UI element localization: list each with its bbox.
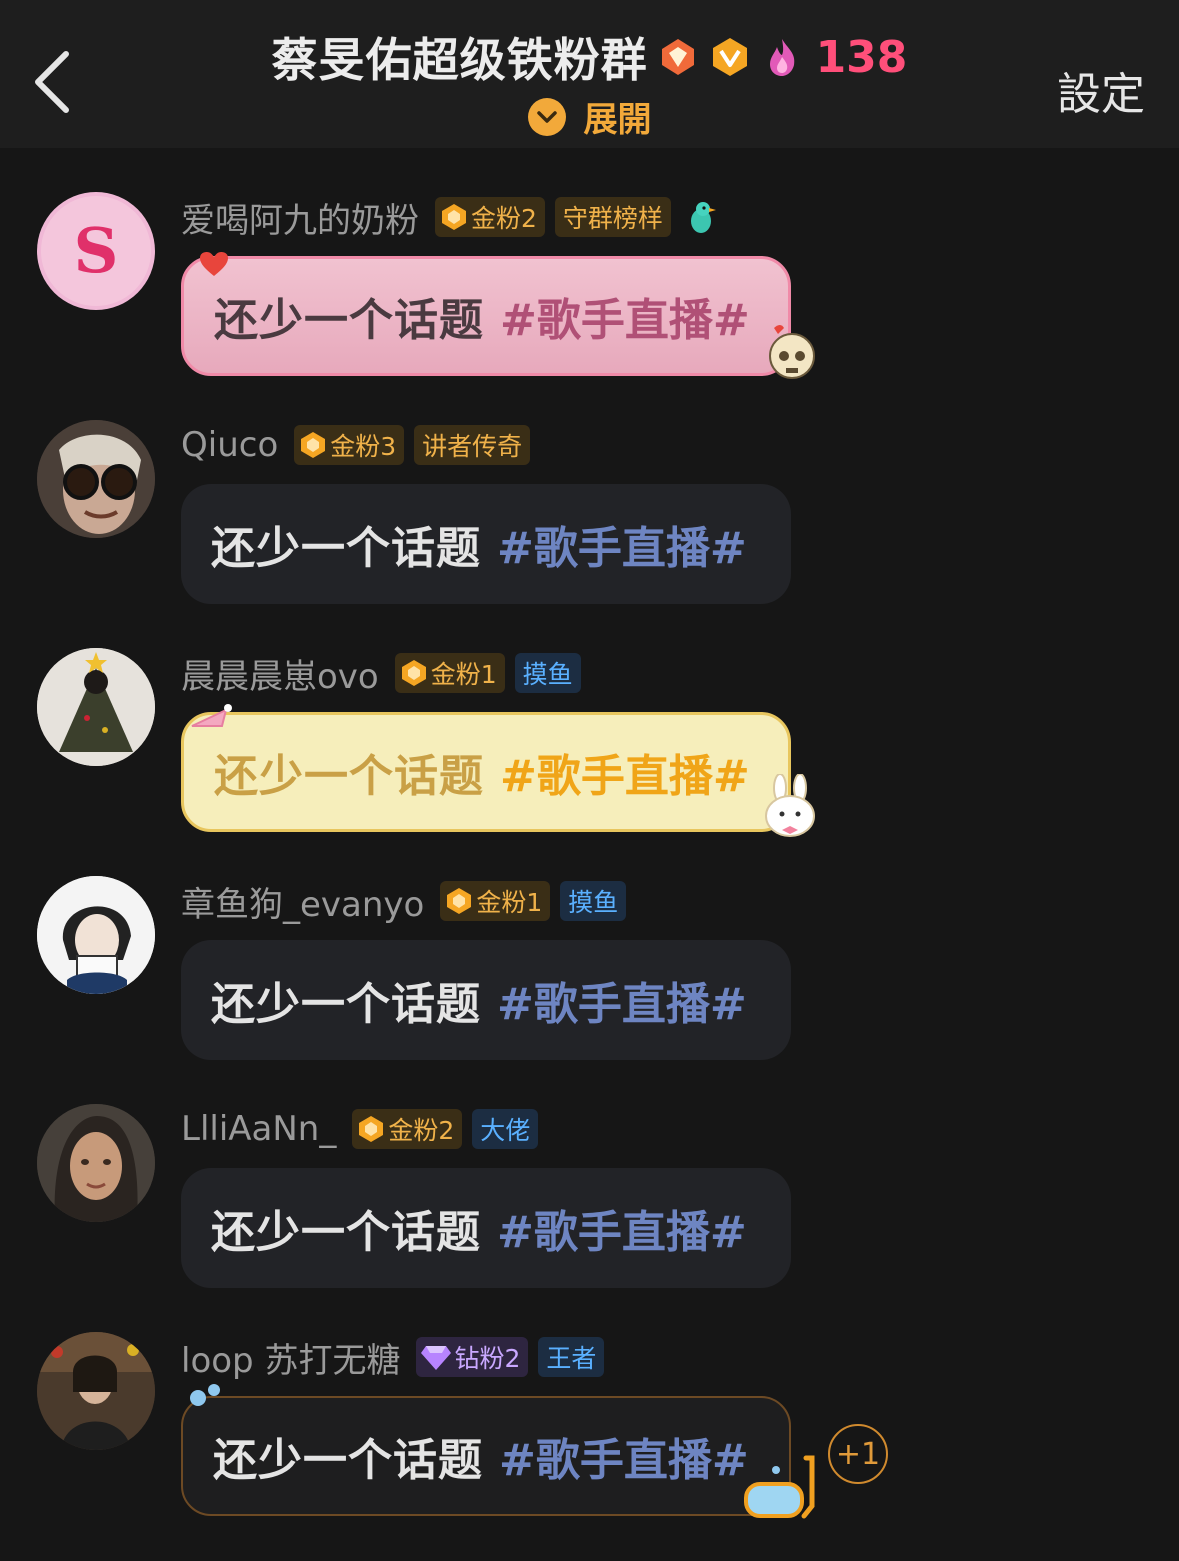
username[interactable]: LlliAaNn_ [181, 1109, 336, 1149]
chevron-down-icon [527, 97, 566, 136]
svg-text:S: S [74, 214, 119, 287]
message-bubble[interactable]: 还少一个话题 #歌手直播# [181, 1396, 791, 1516]
group-title: 蔡旻佑超级铁粉群 [271, 33, 648, 87]
title-badge: 大佬 [472, 1109, 539, 1149]
snorkel-mask-icon [744, 1455, 815, 1519]
diamond-level-icon [661, 39, 694, 75]
fan-level-badge: 金粉2 [352, 1109, 463, 1149]
bird-icon [690, 202, 716, 233]
title-badge: 王者 [538, 1337, 605, 1377]
topic-link[interactable]: #歌手直播# [497, 1196, 747, 1260]
title-badge: 讲者传奇 [414, 425, 531, 465]
flame-icon [769, 39, 794, 76]
fan-level-badge: 金粉3 [294, 425, 405, 465]
bunny-sticker-icon [765, 774, 815, 837]
username[interactable]: 晨晨晨崽ovo [181, 649, 379, 698]
username[interactable]: loop 苏打无糖 [181, 1333, 400, 1382]
fan-level-badge: 金粉1 [394, 653, 505, 693]
expand-label: 展開 [583, 100, 652, 140]
gold-fan-icon [301, 432, 326, 458]
fan-level-badge: 金粉2 [435, 197, 545, 237]
topic-link[interactable]: #歌手直播# [499, 1424, 749, 1488]
title-badge: 守群榜样 [554, 197, 671, 237]
title-badge: 摸鱼 [560, 881, 627, 921]
username[interactable]: 爱喝阿九的奶粉 [181, 193, 419, 242]
gold-fan-icon [401, 660, 426, 686]
avatar[interactable] [37, 876, 155, 994]
party-hat-icon [191, 704, 232, 727]
title-badge: 摸鱼 [514, 653, 581, 693]
online-count: 138 [815, 31, 908, 83]
settings-button[interactable]: 設定 [1057, 58, 1145, 122]
topic-link[interactable]: #歌手直播# [500, 740, 750, 804]
gold-fan-icon [447, 888, 472, 914]
message-bubble[interactable]: 还少一个话题 #歌手直播# [181, 256, 791, 376]
expand-button[interactable]: 展開 [527, 92, 652, 141]
message-bubble[interactable]: 还少一个话题 #歌手直播# [181, 940, 791, 1060]
topic-link[interactable]: #歌手直播# [497, 512, 747, 576]
message-bubble[interactable]: 还少一个话题 #歌手直播# [181, 484, 791, 604]
username[interactable]: 章鱼狗_evanyo [181, 877, 424, 926]
username[interactable]: Qiuco [181, 425, 278, 465]
message-bubble[interactable]: 还少一个话题 #歌手直播# [181, 712, 791, 832]
chat-header: 蔡旻佑超级铁粉群 138 展開 設定 [0, 0, 1179, 148]
message-bubble[interactable]: 还少一个话题 #歌手直播# [181, 1168, 791, 1288]
gold-fan-icon [359, 1116, 384, 1142]
fan-level-badge: 金粉1 [440, 881, 551, 921]
avatar[interactable]: S [37, 192, 155, 310]
purple-diamond-icon [421, 1346, 452, 1370]
topic-link[interactable]: #歌手直播# [500, 284, 750, 348]
avatar[interactable] [37, 1332, 155, 1450]
skull-sticker-icon [769, 325, 815, 379]
bubbles-icon [190, 1384, 220, 1406]
heart-icon [200, 252, 228, 276]
avatar[interactable] [37, 1104, 155, 1222]
avatar[interactable] [37, 648, 155, 766]
gold-fan-icon [442, 204, 466, 230]
topic-link[interactable]: #歌手直播# [497, 968, 747, 1032]
fan-level-badge: 钻粉2 [416, 1337, 529, 1377]
verified-v-icon [712, 38, 747, 76]
plus-one-button[interactable]: +1 [828, 1424, 888, 1484]
avatar[interactable] [37, 420, 155, 538]
